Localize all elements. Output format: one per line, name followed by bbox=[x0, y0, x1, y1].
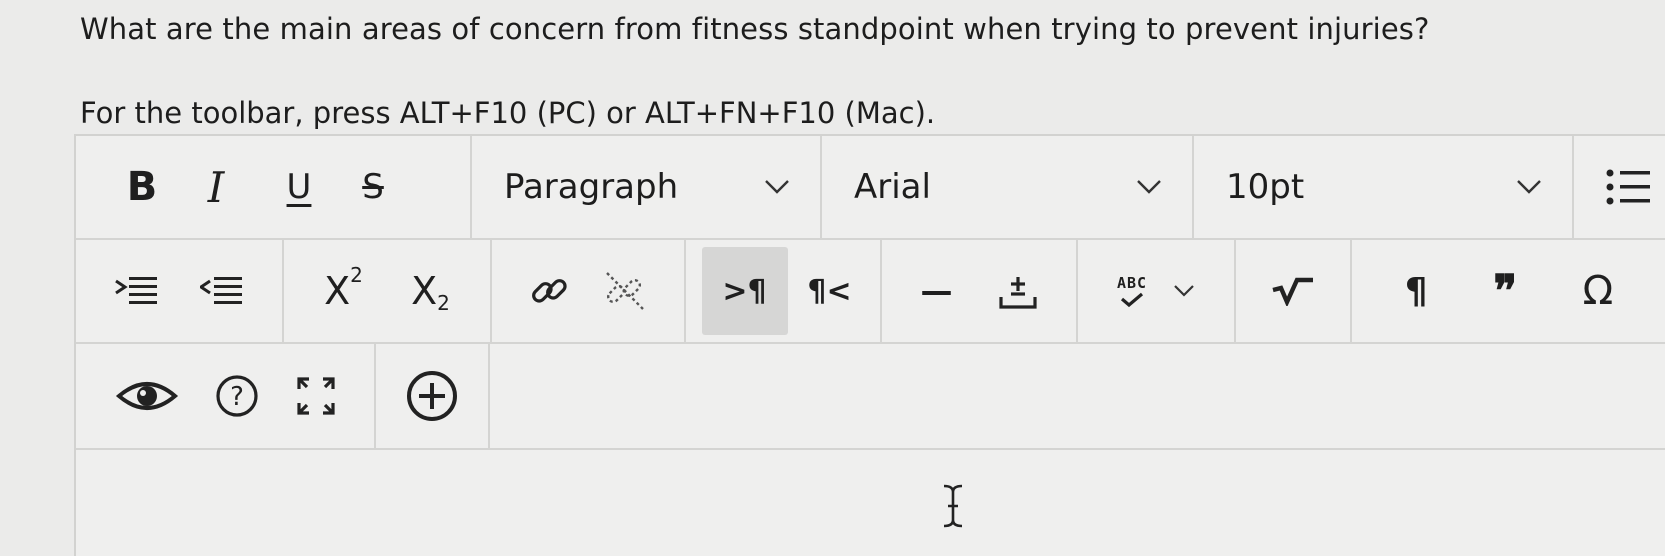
paragraph-select-value: Paragraph bbox=[504, 167, 679, 207]
toolbar-row-2: X2 X2 >¶ ¶< — ABC ¶ ❞ Ω bbox=[76, 240, 1665, 344]
list-group bbox=[1574, 136, 1654, 238]
text-cursor-icon bbox=[938, 484, 968, 538]
rtl-button[interactable]: ¶< bbox=[795, 274, 865, 309]
horizontal-line-button[interactable]: — bbox=[921, 272, 953, 310]
editor-body[interactable] bbox=[76, 450, 1665, 556]
chevron-down-icon bbox=[1136, 179, 1162, 195]
subscript-sub: 2 bbox=[437, 291, 450, 315]
italic-button[interactable]: I bbox=[172, 163, 260, 212]
add-icon[interactable] bbox=[405, 369, 459, 423]
font-size-select[interactable]: 10pt bbox=[1194, 136, 1574, 238]
strikethrough-button[interactable]: S bbox=[338, 167, 408, 207]
toolbar-row-3: ? bbox=[76, 344, 1665, 450]
link-icon[interactable] bbox=[528, 270, 570, 312]
math-icon[interactable] bbox=[1271, 276, 1315, 306]
font-select-value: Arial bbox=[854, 167, 931, 207]
underline-button[interactable]: U bbox=[260, 167, 338, 207]
superscript-base: X bbox=[324, 269, 351, 313]
rich-text-editor[interactable]: B I U S Paragraph Arial 10pt X 2 X 2 >¶ … bbox=[74, 134, 1665, 556]
outdent-icon[interactable] bbox=[199, 276, 244, 306]
plus-minus-icon[interactable] bbox=[998, 271, 1038, 311]
special-group: ¶ ❞ Ω bbox=[1352, 240, 1652, 342]
special-character-button[interactable]: Ω bbox=[1583, 268, 1614, 314]
paragraph-select[interactable]: Paragraph bbox=[472, 136, 822, 238]
insert-group: — bbox=[882, 240, 1078, 342]
subscript-button[interactable]: X2 bbox=[411, 269, 450, 315]
superscript-exp: 2 bbox=[350, 263, 363, 287]
spellcheck-label: ABC bbox=[1116, 274, 1148, 292]
question-text: What are the main areas of concern from … bbox=[80, 12, 1430, 46]
svg-text:?: ? bbox=[230, 382, 244, 412]
chevron-down-icon bbox=[764, 179, 790, 195]
view-group: ? bbox=[76, 344, 376, 448]
paragraph-mark-button[interactable]: ¶ bbox=[1405, 271, 1428, 312]
blockquote-button[interactable]: ❞ bbox=[1493, 266, 1517, 317]
superscript-button[interactable]: X2 bbox=[324, 263, 363, 313]
toolbar-hint: For the toolbar, press ALT+F10 (PC) or A… bbox=[80, 96, 936, 130]
direction-group: >¶ ¶< bbox=[686, 240, 882, 342]
ltr-button[interactable]: >¶ bbox=[701, 247, 788, 335]
subscript-base: X bbox=[411, 269, 438, 313]
chevron-down-icon bbox=[1516, 179, 1542, 195]
preview-icon[interactable] bbox=[115, 376, 179, 416]
help-icon[interactable]: ? bbox=[214, 373, 260, 419]
fullscreen-icon[interactable] bbox=[295, 375, 337, 417]
indent-icon[interactable] bbox=[114, 276, 159, 306]
math-group bbox=[1236, 240, 1352, 342]
format-group: B I U S bbox=[76, 136, 472, 238]
spellcheck-group[interactable]: ABC bbox=[1078, 240, 1236, 342]
bold-button[interactable]: B bbox=[112, 164, 172, 210]
chevron-down-icon[interactable] bbox=[1173, 284, 1195, 298]
spellcheck-icon[interactable]: ABC bbox=[1117, 274, 1147, 308]
unlink-icon[interactable] bbox=[601, 267, 649, 315]
script-group: X2 X2 bbox=[284, 240, 492, 342]
font-size-select-value: 10pt bbox=[1226, 167, 1305, 207]
link-group bbox=[492, 240, 686, 342]
font-select[interactable]: Arial bbox=[822, 136, 1194, 238]
add-content-group bbox=[376, 344, 490, 448]
toolbar-row-1: B I U S Paragraph Arial 10pt bbox=[76, 136, 1665, 240]
indent-group bbox=[76, 240, 284, 342]
bullet-list-icon[interactable] bbox=[1604, 165, 1650, 209]
